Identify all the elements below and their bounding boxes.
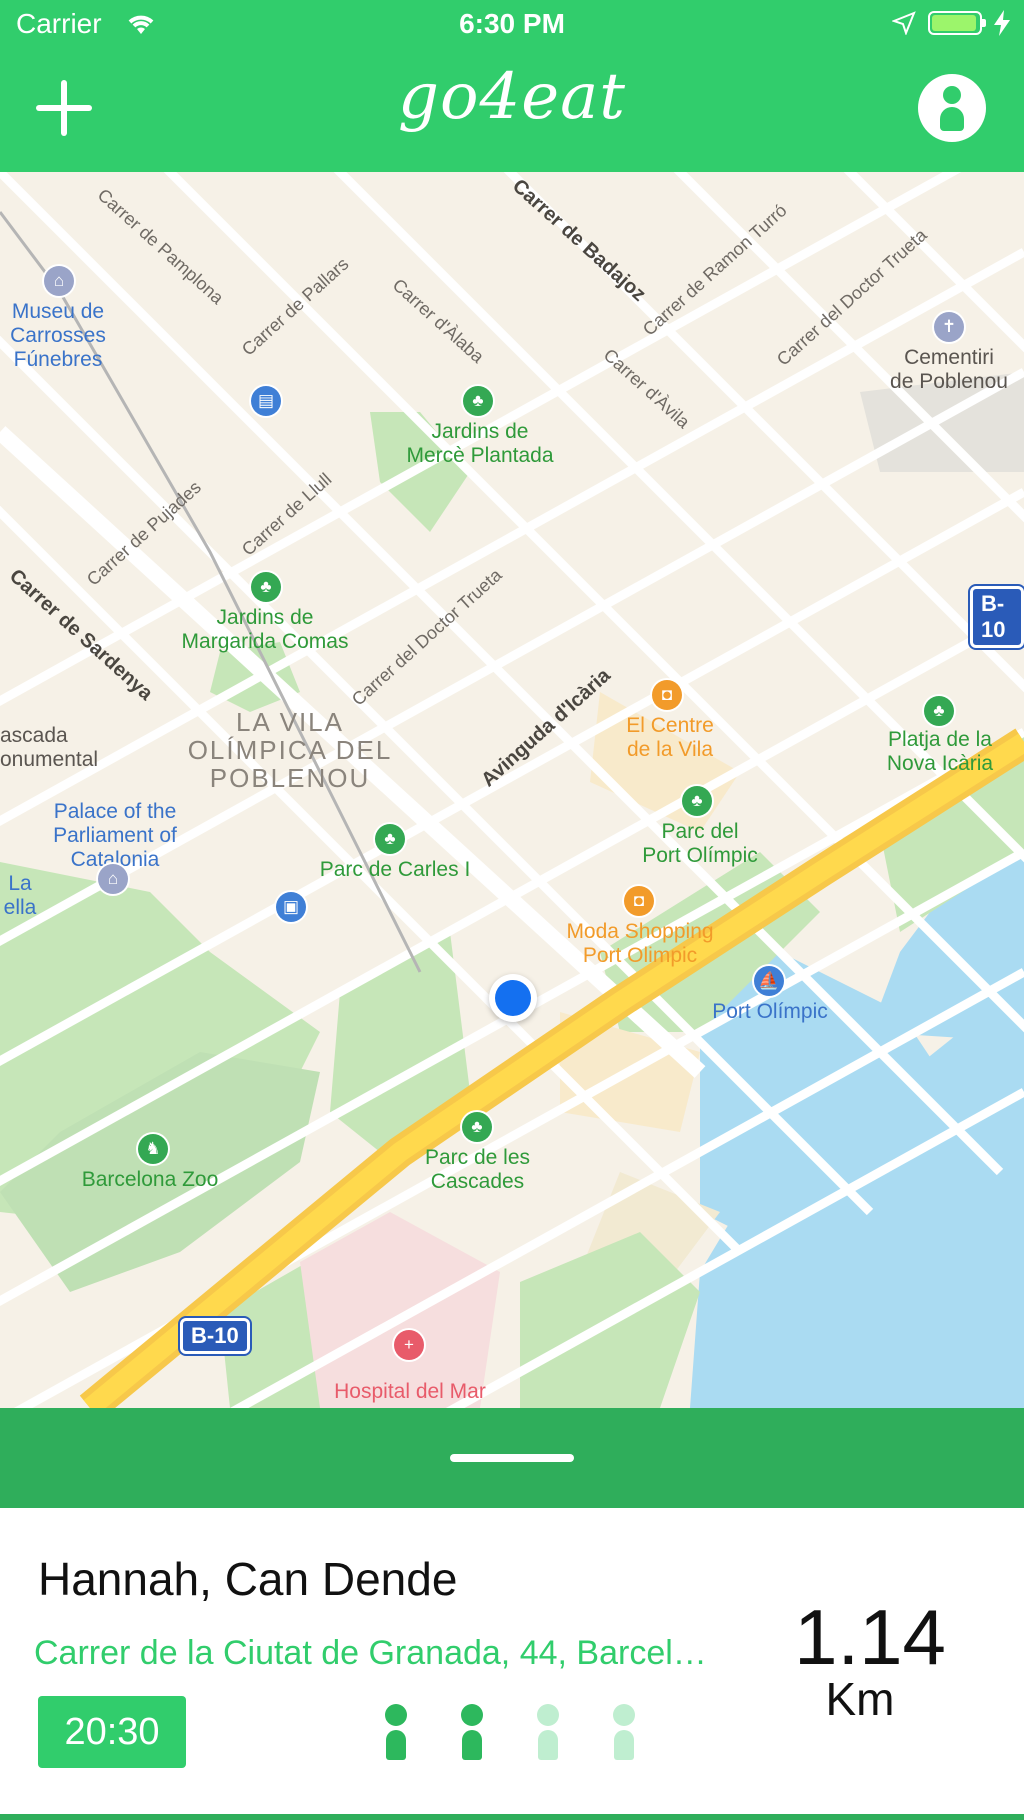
train-icon[interactable]: ▤ <box>251 386 281 416</box>
person-icon[interactable] <box>530 1704 566 1760</box>
place-parc-cascades[interactable]: Parc de les Cascades <box>400 1146 555 1194</box>
battery-icon <box>928 11 986 35</box>
person-icon[interactable] <box>378 1704 414 1760</box>
place-jardins-merce[interactable]: Jardins de Mercè Plantada <box>380 420 580 468</box>
distance-unit: Km <box>825 1673 895 1725</box>
hospital-icon[interactable]: + <box>394 1330 424 1360</box>
location-arrow-icon <box>892 11 916 35</box>
marina-icon[interactable]: ⛵ <box>754 966 784 996</box>
place-cementiri[interactable]: Cementiri de Poblenou <box>874 346 1024 394</box>
place-centre-vila[interactable]: El Centre de la Vila <box>600 714 740 762</box>
road-badge-b10: B-10 <box>180 1318 250 1354</box>
place-moda[interactable]: Moda Shopping Port Olimpic <box>540 920 740 968</box>
shopping-icon[interactable]: ◘ <box>624 886 654 916</box>
shopping-icon[interactable]: ◘ <box>652 680 682 710</box>
place-museu[interactable]: Museu de Carrosses Fúnebres <box>0 300 116 372</box>
person-icon[interactable] <box>454 1704 490 1760</box>
drag-handle[interactable] <box>450 1454 574 1462</box>
cemetery-icon[interactable]: ✝ <box>934 312 964 342</box>
beach-icon[interactable]: ♣ <box>924 696 954 726</box>
map-view[interactable]: Carrer de Pamplona Carrer de Badajoz Car… <box>0 172 1024 1408</box>
reservation-time[interactable]: 20:30 <box>38 1696 186 1768</box>
distance-value: 1.14 <box>794 1593 946 1681</box>
park-icon[interactable]: ♣ <box>251 572 281 602</box>
person-icon[interactable] <box>606 1704 642 1760</box>
place-palace[interactable]: Palace of the Parliament of Catalonia <box>20 800 210 872</box>
restaurant-card[interactable]: Hannah, Can Dende Carrer de la Ciutat de… <box>0 1508 1024 1820</box>
park-icon[interactable]: ♣ <box>463 386 493 416</box>
place-port-olimpic[interactable]: Port Olímpic <box>690 1000 850 1024</box>
place-parc-carles[interactable]: Parc de Carles I <box>300 858 490 882</box>
restaurant-name: Hannah, Can Dende <box>38 1553 458 1605</box>
status-right <box>892 10 1010 36</box>
app-header: go4eat <box>0 50 1024 172</box>
park-icon[interactable]: ♣ <box>682 786 712 816</box>
place-zoo[interactable]: Barcelona Zoo <box>60 1168 240 1192</box>
place-platja[interactable]: Platja de la Nova Icària <box>860 728 1020 776</box>
restaurant-address[interactable]: Carrer de la Ciutat de Granada, 44, Barc… <box>34 1634 714 1673</box>
district-label: LA VILA OLÍMPICA DEL POBLENOU <box>187 707 393 793</box>
zoo-icon[interactable]: ♞ <box>138 1134 168 1164</box>
clock: 6:30 PM <box>459 8 565 39</box>
park-icon[interactable]: ♣ <box>375 824 405 854</box>
bolt-icon <box>994 10 1010 36</box>
road-badge-b10: B-10 <box>970 586 1024 648</box>
status-bar: Carrier 6:30 PM <box>0 0 1024 50</box>
place-cascada[interactable]: ascada onumental <box>0 724 100 772</box>
place-parc-port[interactable]: Parc del Port Olímpic <box>620 820 780 868</box>
tram-icon[interactable]: ▣ <box>276 892 306 922</box>
government-icon[interactable]: ⌂ <box>98 864 128 894</box>
map-base <box>0 172 1024 1408</box>
museum-icon[interactable]: ⌂ <box>44 266 74 296</box>
current-location-marker <box>489 974 537 1022</box>
place-hospital[interactable]: Hospital del Mar <box>300 1380 520 1404</box>
park-icon[interactable]: ♣ <box>462 1112 492 1142</box>
place-la-ella[interactable]: La ella <box>0 872 40 920</box>
card-bottom-border <box>0 1814 1024 1820</box>
user-icon[interactable] <box>918 74 986 142</box>
party-size-selector[interactable] <box>378 1704 642 1760</box>
place-jardins-margarida[interactable]: Jardins de Margarida Comas <box>150 606 380 654</box>
sheet-handle-bar[interactable] <box>0 1408 1024 1508</box>
app-logo: go4eat <box>398 60 626 134</box>
